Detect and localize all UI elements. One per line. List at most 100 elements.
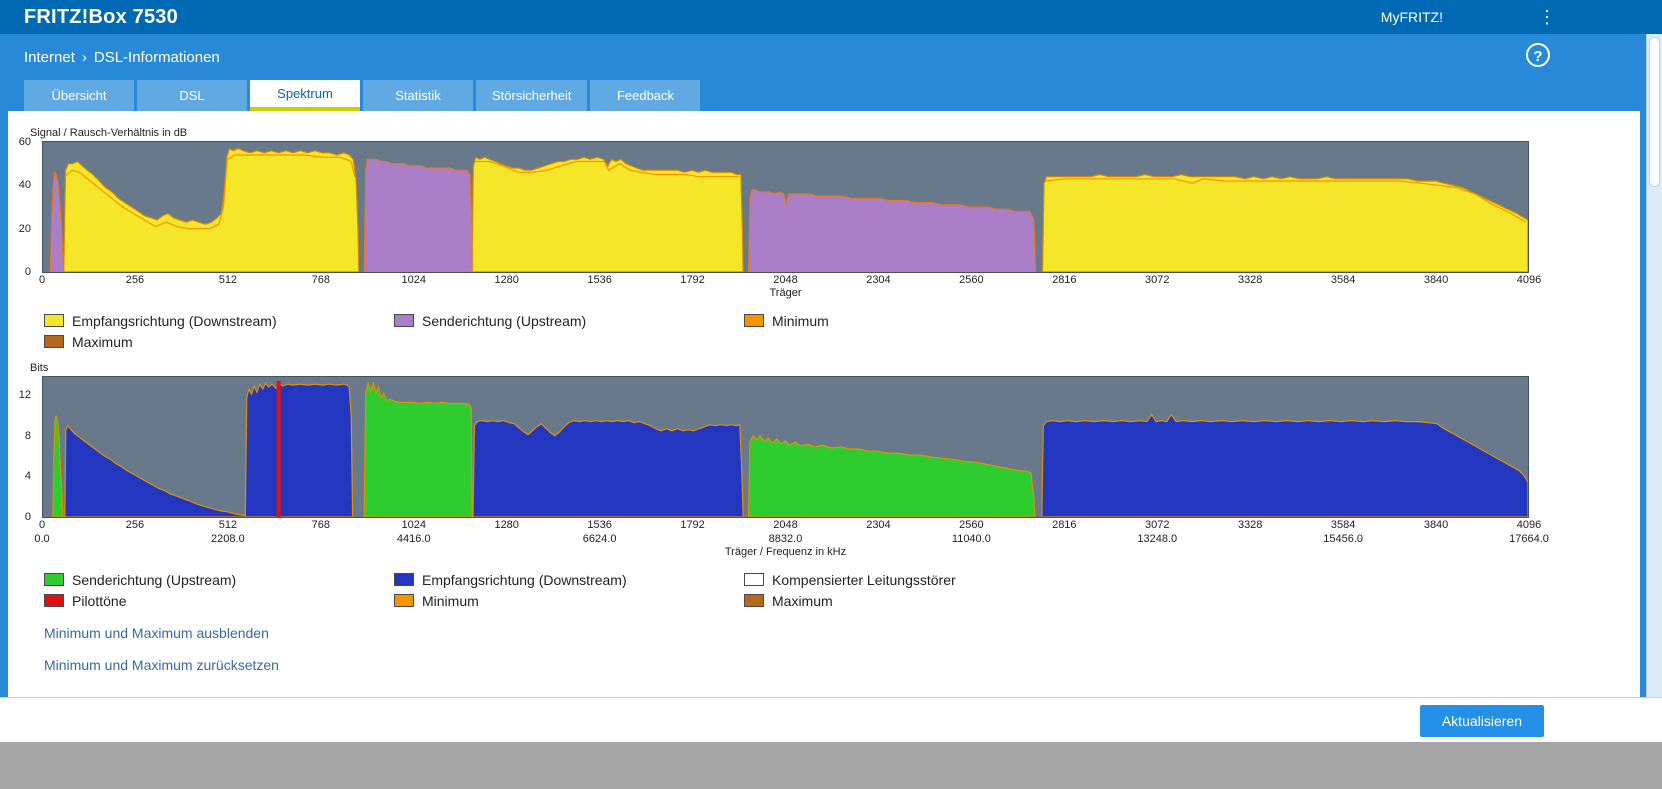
legend-item: Empfangsrichtung (Downstream) (394, 569, 744, 590)
x-tick-label: 768 (312, 519, 330, 531)
series-downstream-snr (1043, 175, 1529, 273)
x-tick-label: 0 (39, 519, 45, 531)
top-bar: FRITZ!Box 7530 MyFRITZ! ⋮ (0, 0, 1662, 34)
snr-chart-title: Signal / Rausch-Verhältnis in dB (30, 127, 1640, 139)
breadcrumb-separator-icon: › (82, 49, 87, 66)
legend-label: Empfangsrichtung (Downstream) (72, 313, 277, 329)
tab-bar: ÜbersichtDSLSpektrumStatistikStörsicherh… (0, 80, 1662, 111)
overflow-menu-icon[interactable]: ⋮ (1538, 8, 1556, 26)
vertical-scrollbar[interactable] (1646, 34, 1662, 697)
y-tick-label: 0 (25, 511, 31, 523)
y-tick-label: 12 (19, 389, 31, 401)
x-tick-label: 2304 (866, 519, 890, 531)
x-tick-label: 2816 (1052, 274, 1076, 286)
series-upstream-snr (50, 172, 64, 272)
page-frame: Internet › DSL-Informationen ? Übersicht… (0, 34, 1662, 697)
series-downstream-snr (64, 149, 359, 273)
x-tick-label: 4096 (1517, 274, 1541, 286)
link-reset-min-max[interactable]: Minimum und Maximum zurücksetzen (44, 657, 279, 673)
legend-swatch-icon (394, 594, 414, 607)
x-tick-label: 1792 (680, 519, 704, 531)
bits-chart-title: Bits (30, 362, 1640, 374)
legend-swatch-icon (744, 314, 764, 327)
myfritz-link[interactable]: MyFRITZ! (1381, 9, 1443, 25)
legend-swatch-icon (394, 314, 414, 327)
snr-plot: 0204060 (42, 141, 1529, 273)
legend-swatch-icon (44, 594, 64, 607)
x-tick-label: 4096 (1517, 519, 1541, 531)
legend-label: Minimum (422, 593, 479, 609)
series-upstream-bits (53, 416, 63, 517)
series-upstream-bits (364, 382, 472, 517)
x-tick-label: 3840 (1424, 274, 1448, 286)
frequency-tick-label: 11040.0 (952, 533, 991, 545)
x-tick-label: 512 (219, 519, 237, 531)
app-title: FRITZ!Box 7530 (24, 6, 178, 29)
legend-label: Minimum (772, 313, 829, 329)
legend-swatch-icon (44, 314, 64, 327)
frequency-tick-label: 6624.0 (583, 533, 617, 545)
legend-swatch-icon (44, 573, 64, 586)
x-tick-label: 3072 (1145, 274, 1169, 286)
legend-item: Minimum (744, 310, 1094, 331)
legend-label: Kompensierter Leitungsstörer (772, 572, 956, 588)
frequency-tick-label: 2208.0 (211, 533, 245, 545)
bits-plot: 04812 (42, 376, 1529, 518)
tab-feedback[interactable]: Feedback (590, 80, 700, 111)
legend-item: Kompensierter Leitungsstörer (744, 569, 1094, 590)
refresh-button[interactable]: Aktualisieren (1420, 705, 1544, 737)
snr-legend: Empfangsrichtung (Downstream) Senderichtu… (44, 310, 1164, 352)
bits-x-axis-caption: Träger / Frequenz in kHz (42, 546, 1529, 561)
x-tick-label: 1536 (587, 519, 611, 531)
y-tick-label: 60 (19, 136, 31, 148)
x-tick-label: 1536 (587, 274, 611, 286)
x-tick-label: 1280 (494, 519, 518, 531)
tab-statistik[interactable]: Statistik (363, 80, 473, 111)
x-tick-label: 256 (126, 274, 144, 286)
series-downstream-bits (1042, 415, 1528, 518)
legend-item: Senderichtung (Upstream) (44, 569, 394, 590)
breadcrumb-section[interactable]: Internet (24, 49, 75, 66)
series-upstream-snr (749, 190, 1036, 272)
tab-spektrum[interactable]: Spektrum (250, 80, 360, 111)
legend-swatch-icon (744, 594, 764, 607)
x-tick-label: 1280 (494, 274, 518, 286)
x-tick-label: 1792 (680, 274, 704, 286)
snr-plot-canvas (43, 142, 1528, 272)
legend-item: Empfangsrichtung (Downstream) (44, 310, 394, 331)
series-upstream-bits (749, 436, 1035, 517)
help-icon[interactable]: ? (1526, 43, 1550, 67)
tab-bersicht[interactable]: Übersicht (24, 80, 134, 111)
snr-x-axis-caption: Träger (42, 287, 1529, 302)
snr-chart: Signal / Rausch-Verhältnis in dB 0204060… (30, 127, 1640, 352)
x-tick-label: 2048 (773, 519, 797, 531)
frequency-tick-label: 0.0 (34, 533, 49, 545)
snr-y-axis: 0204060 (8, 142, 37, 272)
link-hide-min-max[interactable]: Minimum und Maximum ausblenden (44, 625, 269, 641)
scrollbar-thumb[interactable] (1649, 37, 1660, 187)
x-tick-label: 3840 (1424, 519, 1448, 531)
legend-label: Senderichtung (Upstream) (72, 572, 236, 588)
frequency-tick-label: 15456.0 (1323, 533, 1363, 545)
frequency-tick-label: 17664.0 (1509, 533, 1549, 545)
legend-label: Maximum (772, 593, 833, 609)
legend-label: Senderichtung (Upstream) (422, 313, 586, 329)
breadcrumb-page: DSL-Informationen (94, 49, 220, 66)
tab-strsicherheit[interactable]: Störsicherheit (476, 80, 587, 111)
legend-item: Pilottöne (44, 590, 394, 611)
series-downstream-bits (473, 421, 743, 517)
y-tick-label: 0 (25, 266, 31, 278)
legend-item: Maximum (44, 331, 394, 352)
bits-legend: Senderichtung (Upstream) Empfangsrichtung… (44, 569, 1164, 611)
y-tick-label: 4 (25, 470, 31, 482)
y-tick-label: 40 (19, 179, 31, 191)
x-tick-label: 2816 (1052, 519, 1076, 531)
legend-label: Empfangsrichtung (Downstream) (422, 572, 627, 588)
legend-item: Minimum (394, 590, 744, 611)
legend-label: Maximum (72, 334, 133, 350)
legend-label: Pilottöne (72, 593, 126, 609)
bits-y-axis: 04812 (8, 377, 37, 517)
tab-dsl[interactable]: DSL (137, 80, 247, 111)
x-tick-label: 3328 (1238, 274, 1262, 286)
content-card: Signal / Rausch-Verhältnis in dB 0204060… (8, 111, 1640, 697)
